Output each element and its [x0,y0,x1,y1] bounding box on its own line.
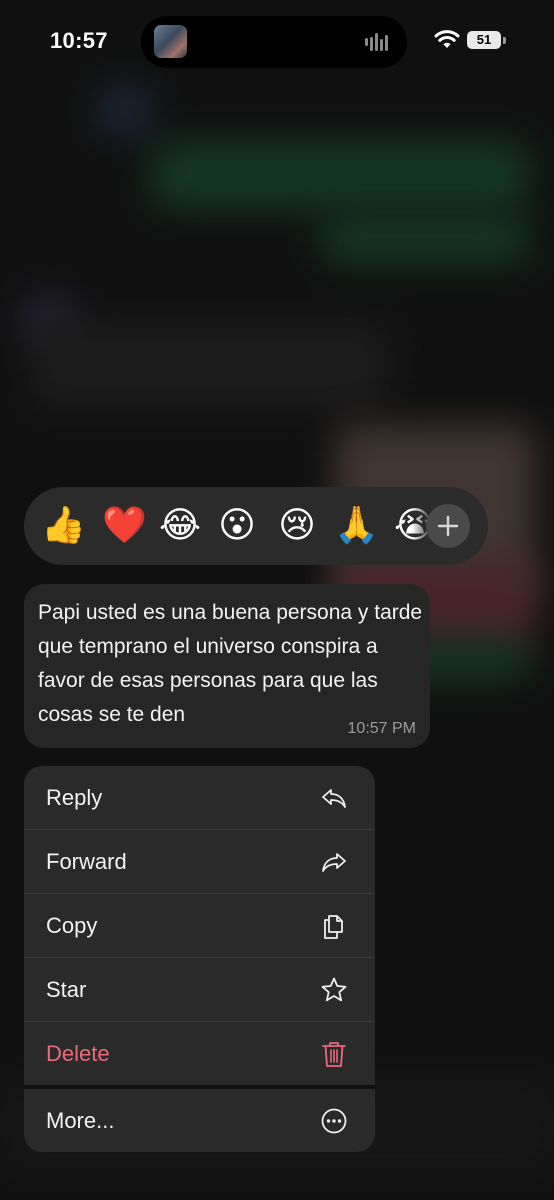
menu-item-delete[interactable]: Delete [24,1022,375,1085]
now-playing-artwork[interactable] [154,25,187,58]
reply-icon [322,789,346,808]
menu-item-label: Copy [46,913,98,938]
message-text: Papi usted es una buena persona y tarde … [38,601,423,726]
forward-icon [322,853,346,872]
reaction-heart[interactable]: ❤️ [102,505,147,547]
menu-item-star[interactable]: Star [24,958,375,1021]
wifi-icon [434,30,460,48]
trash-icon [322,1042,346,1067]
reaction-surprised[interactable]: 😮 [216,505,258,547]
menu-item-reply[interactable]: Reply [24,766,375,829]
menu-item-copy[interactable]: Copy [24,894,375,957]
more-icon [321,1108,347,1134]
menu-item-label: Star [46,977,87,1002]
menu-item-forward[interactable]: Forward [24,830,375,893]
message-timestamp: 10:57 PM [347,720,416,737]
reaction-bar: 👍 ❤️ 😂 😮 😢 🙏 😭 [24,487,488,565]
menu-item-label: More... [46,1108,115,1133]
plus-icon [437,515,459,537]
message-bubble[interactable]: Papi usted es una buena persona y tarde … [24,584,430,748]
status-bar: 10:57 51 [0,0,554,80]
reaction-praying-hands[interactable]: 🙏 [334,505,379,547]
menu-item-label: Forward [46,849,127,874]
status-time: 10:57 [50,28,108,53]
audio-waveform-icon [365,33,391,51]
star-icon [321,977,347,1002]
copy-icon [324,915,343,939]
reaction-laughing[interactable]: 😂 [159,505,201,547]
menu-item-label: Reply [46,785,103,810]
battery-indicator: 51 [467,31,501,49]
dynamic-island[interactable] [141,16,407,68]
reaction-thumbs-up[interactable]: 👍 [41,505,86,547]
message-context-menu: Reply Forward Copy Star Delete More... [24,766,375,1152]
reaction-sad[interactable]: 😢 [276,505,318,547]
battery-tip [503,37,506,44]
more-reactions-button[interactable] [426,504,470,548]
menu-item-label: Delete [46,1041,110,1066]
menu-item-more[interactable]: More... [24,1089,375,1152]
